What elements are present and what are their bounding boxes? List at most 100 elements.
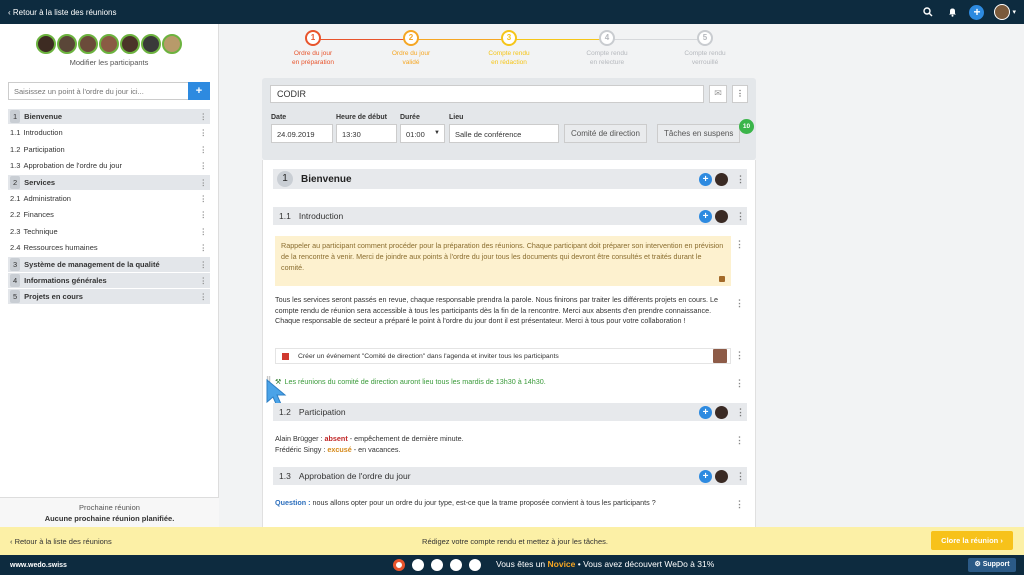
progress-dot[interactable] [412,559,424,571]
avatar[interactable] [99,34,119,54]
bottom-back-link[interactable]: ‹ Retour à la liste des réunions [10,537,112,546]
email-icon[interactable]: ✉ [709,85,727,103]
avatar[interactable] [713,349,727,363]
add-item-button[interactable]: + [699,172,712,186]
meeting-menu-icon[interactable]: ⋮ [732,85,748,103]
support-button[interactable]: ⚙ Support [968,558,1016,572]
step-4[interactable]: 4 Compte rendu en relecture [557,30,657,67]
agenda-item[interactable]: 1.3 Approbation de l'ordre du jour ⋮ [8,158,210,173]
progress-dot[interactable] [469,559,481,571]
more-icon[interactable]: ⋮ [200,194,208,203]
agenda-item[interactable]: 1 Bienvenue ⋮ [8,109,210,124]
subsection-header[interactable]: 1.2 Participation + ⋮ [273,403,747,421]
add-item-button[interactable]: + [699,469,712,483]
user-avatar[interactable] [994,4,1011,20]
more-icon[interactable]: ⋮ [735,499,744,510]
more-icon[interactable]: ⋮ [736,174,745,185]
more-icon[interactable]: ⋮ [200,227,208,236]
subsection-header[interactable]: 1.1 Introduction + ⋮ [273,207,747,225]
avatar[interactable] [141,34,161,54]
search-icon[interactable] [921,5,935,19]
section-actions: + ⋮ [699,172,745,186]
paragraph[interactable]: Tous les services seront passés en revue… [275,295,730,327]
create-plus-icon[interactable]: + [969,4,985,20]
more-icon[interactable]: ⋮ [735,350,744,361]
close-meeting-button[interactable]: Clore la réunion › [931,531,1013,550]
agenda-item[interactable]: 3 Système de management de la qualité ⋮ [8,256,210,272]
agenda-item[interactable]: 2.4 Ressources humaines ⋮ [8,240,210,255]
more-icon[interactable]: ⋮ [200,210,208,219]
more-icon[interactable]: ⋮ [736,407,745,418]
chevron-down-icon[interactable]: ▾ [1012,8,1016,16]
agenda-item[interactable]: 5 Projets en cours ⋮ [8,289,210,305]
add-item-button[interactable]: + [699,209,712,223]
more-icon[interactable]: ⋮ [736,211,745,222]
modify-participants-link[interactable]: Modifier les participants [0,58,218,67]
step-5[interactable]: 5 Compte rendu verrouillé [655,30,755,67]
agenda-item[interactable]: 1.1 Introduction ⋮ [8,125,210,140]
avatar[interactable] [715,469,728,483]
committee-button[interactable]: Comité de direction [564,124,647,143]
avatar[interactable] [715,172,728,186]
subsection-header[interactable]: 1.3 Approbation de l'ordre du jour + ⋮ [273,467,747,485]
avatar[interactable] [162,34,182,54]
more-icon[interactable]: ⋮ [200,128,208,137]
section-header[interactable]: 1 Bienvenue + ⋮ [273,169,747,189]
more-icon[interactable]: ⋮ [735,378,744,389]
more-icon[interactable]: ⋮ [200,292,208,301]
add-agenda-item-button[interactable]: + [188,82,210,100]
question-row[interactable]: Question : nous allons opter pour un ord… [275,498,656,507]
agenda-item[interactable]: 2.2 Finances ⋮ [8,207,210,222]
more-icon[interactable]: ⋮ [735,298,744,309]
lock-icon [719,276,725,282]
participant-avatars[interactable] [0,24,218,54]
agenda-item[interactable]: 2.3 Technique ⋮ [8,224,210,239]
attendance-row: Frédéric Singy : excusé - en vacances. [275,444,464,455]
avatar[interactable] [78,34,98,54]
agenda-item[interactable]: 1.2 Participation ⋮ [8,142,210,157]
duration-select[interactable]: 01:00 ▼ [400,124,445,143]
attendance-list[interactable]: Alain Brügger : absent - empêchement de … [275,433,464,455]
site-url[interactable]: www.wedo.swiss [10,562,67,569]
attendee-name: Alain Brügger : [275,434,323,443]
avatar[interactable] [715,405,728,419]
more-icon[interactable]: ⋮ [736,471,745,482]
agenda-item[interactable]: 2.1 Administration ⋮ [8,191,210,206]
place-label: Lieu [449,114,464,121]
place-field[interactable]: Salle de conférence [449,124,559,143]
bell-icon[interactable] [945,5,959,19]
meeting-title-input[interactable]: CODIR [270,85,704,103]
decision-row[interactable]: ⚒ Les réunions du comité de direction aur… [275,377,546,386]
more-icon[interactable]: ⋮ [200,178,208,187]
avatar[interactable] [36,34,56,54]
step-3[interactable]: 3 Compte rendu en rédaction [459,30,559,67]
more-icon[interactable]: ⋮ [200,276,208,285]
back-link[interactable]: ‹ Retour à la liste des réunions [8,8,117,17]
avatar[interactable] [120,34,140,54]
add-item-button[interactable]: + [699,405,712,419]
avatar[interactable] [715,209,728,223]
more-icon[interactable]: ⋮ [200,260,208,269]
support-label: Support [982,561,1010,568]
agenda-item[interactable]: 2 Services ⋮ [8,174,210,190]
more-icon[interactable]: ⋮ [200,243,208,252]
pending-tasks-button[interactable]: Tâches en suspens [657,124,741,143]
progress-dot[interactable] [393,559,405,571]
more-icon[interactable]: ⋮ [735,435,744,446]
start-time-field[interactable]: 13:30 [336,124,397,143]
more-icon[interactable]: ⋮ [200,161,208,170]
task-status-icon[interactable] [282,352,289,360]
more-icon[interactable]: ⋮ [735,239,744,250]
avatar[interactable] [57,34,77,54]
agenda-item-input[interactable] [8,82,188,100]
note-block[interactable]: Rappeler au participant comment procéder… [275,236,731,286]
agenda-item[interactable]: 4 Informations générales ⋮ [8,272,210,288]
more-icon[interactable]: ⋮ [200,112,208,121]
date-field[interactable]: 24.09.2019 [271,124,333,143]
task-row[interactable]: Créer un événement "Comité de direction"… [275,348,731,364]
more-icon[interactable]: ⋮ [200,145,208,154]
step-2[interactable]: 2 Ordre du jour validé [361,30,461,67]
progress-dot[interactable] [450,559,462,571]
step-1[interactable]: 1 Ordre du jour en préparation [263,30,363,67]
progress-dot[interactable] [431,559,443,571]
